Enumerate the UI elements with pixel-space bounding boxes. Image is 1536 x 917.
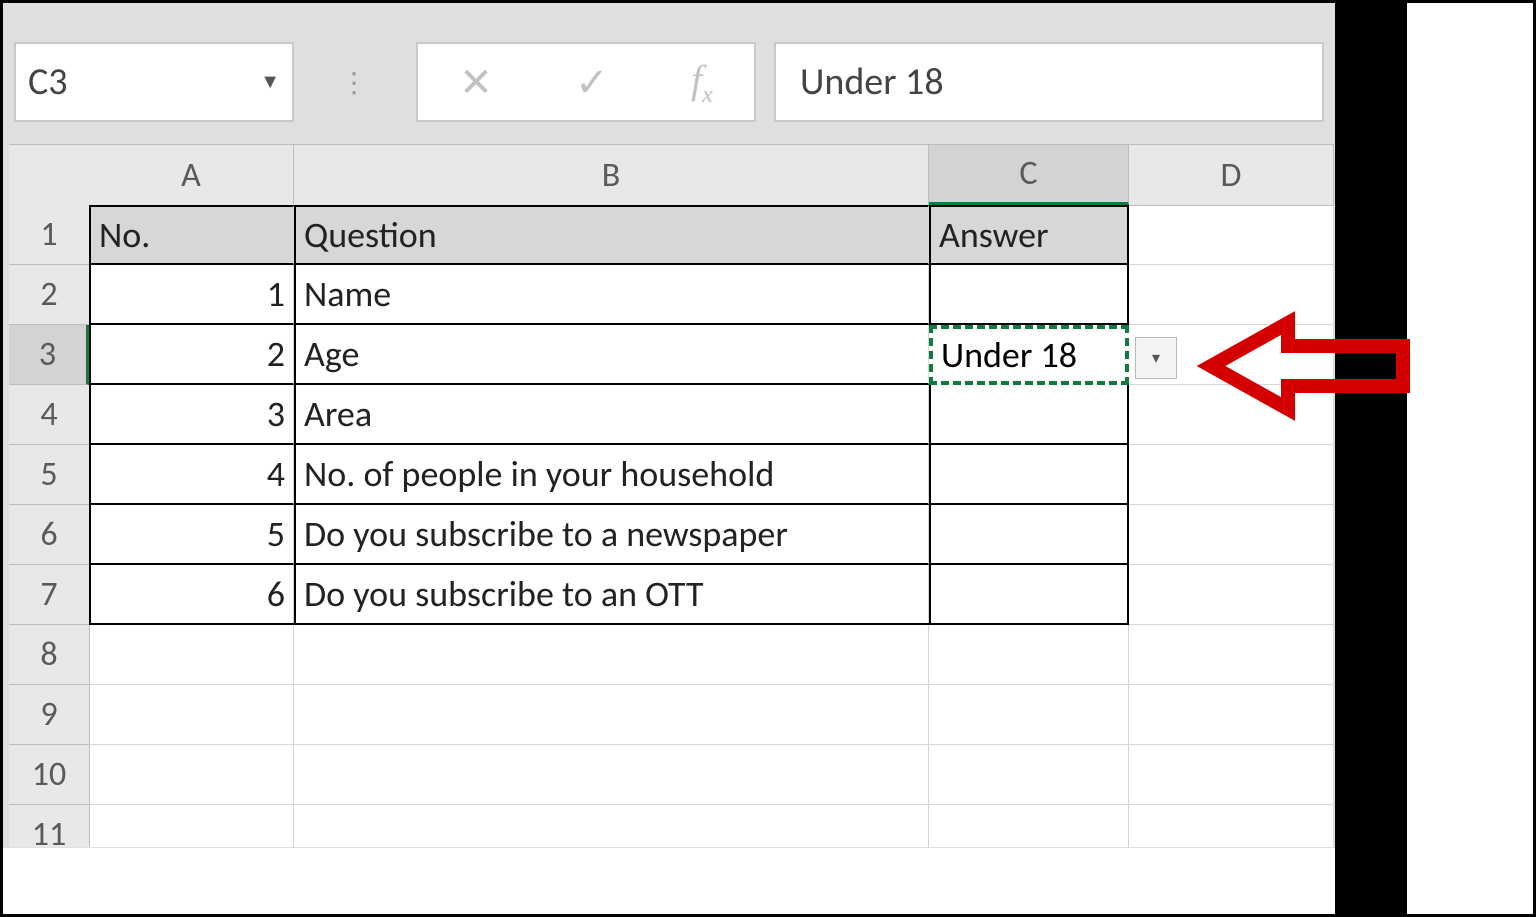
spreadsheet-grid: ABCD 1234567891011 No.QuestionAnswer1Nam… <box>9 144 1334 847</box>
cell-B8[interactable] <box>294 625 929 685</box>
cell-C7[interactable] <box>929 565 1129 625</box>
name-box[interactable]: C3 ▼ <box>14 42 294 122</box>
cell-D5[interactable] <box>1129 445 1334 505</box>
cell-C1[interactable]: Answer <box>929 205 1129 265</box>
cell-B1[interactable]: Question <box>294 205 929 265</box>
cell-area[interactable]: No.QuestionAnswer 1Name2AgeUnder 18 3Area4… <box>89 205 1334 847</box>
row-header-10[interactable]: 10 <box>9 745 89 805</box>
cell-B6[interactable]: Do you subscribe to a newspaper <box>294 505 929 565</box>
row-header-6[interactable]: 6 <box>9 505 89 565</box>
cell-A4[interactable]: 3 <box>89 385 294 445</box>
cell-A6[interactable]: 5 <box>89 505 294 565</box>
column-headers: ABCD <box>9 145 1334 206</box>
cell-A5[interactable]: 4 <box>89 445 294 505</box>
cell-D1[interactable] <box>1129 205 1334 265</box>
right-edge <box>1335 3 1407 914</box>
cancel-icon[interactable]: ✕ <box>459 58 493 107</box>
formula-bar-buttons: ✕ ✓ fx <box>416 42 756 122</box>
column-header-B[interactable]: B <box>294 145 929 205</box>
cell-B4[interactable]: Area <box>294 385 929 445</box>
cell-A3[interactable]: 2 <box>89 325 294 385</box>
row-header-8[interactable]: 8 <box>9 625 89 685</box>
column-header-A[interactable]: A <box>89 145 294 205</box>
row-header-5[interactable]: 5 <box>9 445 89 505</box>
cell-A1[interactable]: No. <box>89 205 294 265</box>
cell-B3[interactable]: Age <box>294 325 929 385</box>
cell-C6[interactable] <box>929 505 1129 565</box>
cell-B5[interactable]: No. of people in your household <box>294 445 929 505</box>
fx-icon[interactable]: fx <box>691 56 713 109</box>
name-box-value: C3 <box>28 59 68 105</box>
cell-D8[interactable] <box>1129 625 1334 685</box>
cell-D10[interactable] <box>1129 745 1334 805</box>
cell-B2[interactable]: Name <box>294 265 929 325</box>
row-header-3[interactable]: 3 <box>9 325 89 385</box>
cell-C4[interactable] <box>929 385 1129 445</box>
row-headers: 1234567891011 <box>9 205 90 847</box>
dropdown-button[interactable]: ▾ <box>1135 337 1177 379</box>
cell-B7[interactable]: Do you subscribe to an OTT <box>294 565 929 625</box>
cell-C8[interactable] <box>929 625 1129 685</box>
cell-C2[interactable] <box>929 265 1129 325</box>
drag-handle-icon[interactable]: ⋮ <box>334 42 374 122</box>
cell-D2[interactable] <box>1129 265 1334 325</box>
row-header-1[interactable]: 1 <box>9 205 89 265</box>
selected-cell[interactable]: Under 18 <box>929 325 1129 385</box>
column-header-C[interactable]: C <box>929 145 1129 205</box>
cell-C9[interactable] <box>929 685 1129 745</box>
formula-bar-text: Under 18 <box>800 59 944 105</box>
cell-D6[interactable] <box>1129 505 1334 565</box>
cell-A2[interactable]: 1 <box>89 265 294 325</box>
row-header-4[interactable]: 4 <box>9 385 89 445</box>
cell-A9[interactable] <box>89 685 294 745</box>
chevron-down-icon[interactable]: ▼ <box>260 70 280 94</box>
bottom-area <box>3 848 1335 914</box>
cell-A10[interactable] <box>89 745 294 805</box>
cell-C5[interactable] <box>929 445 1129 505</box>
accept-icon[interactable]: ✓ <box>575 58 609 107</box>
cell-B10[interactable] <box>294 745 929 805</box>
formula-bar-input[interactable]: Under 18 <box>774 42 1324 122</box>
cell-A8[interactable] <box>89 625 294 685</box>
cell-D4[interactable] <box>1129 385 1334 445</box>
row-header-9[interactable]: 9 <box>9 685 89 745</box>
cell-D9[interactable] <box>1129 685 1334 745</box>
cell-B9[interactable] <box>294 685 929 745</box>
cell-A7[interactable]: 6 <box>89 565 294 625</box>
row-header-2[interactable]: 2 <box>9 265 89 325</box>
cell-D7[interactable] <box>1129 565 1334 625</box>
column-header-D[interactable]: D <box>1129 145 1334 205</box>
row-header-7[interactable]: 7 <box>9 565 89 625</box>
cell-C10[interactable] <box>929 745 1129 805</box>
formula-bar: C3 ▼ ⋮ ✕ ✓ fx Under 18 <box>14 42 1324 122</box>
